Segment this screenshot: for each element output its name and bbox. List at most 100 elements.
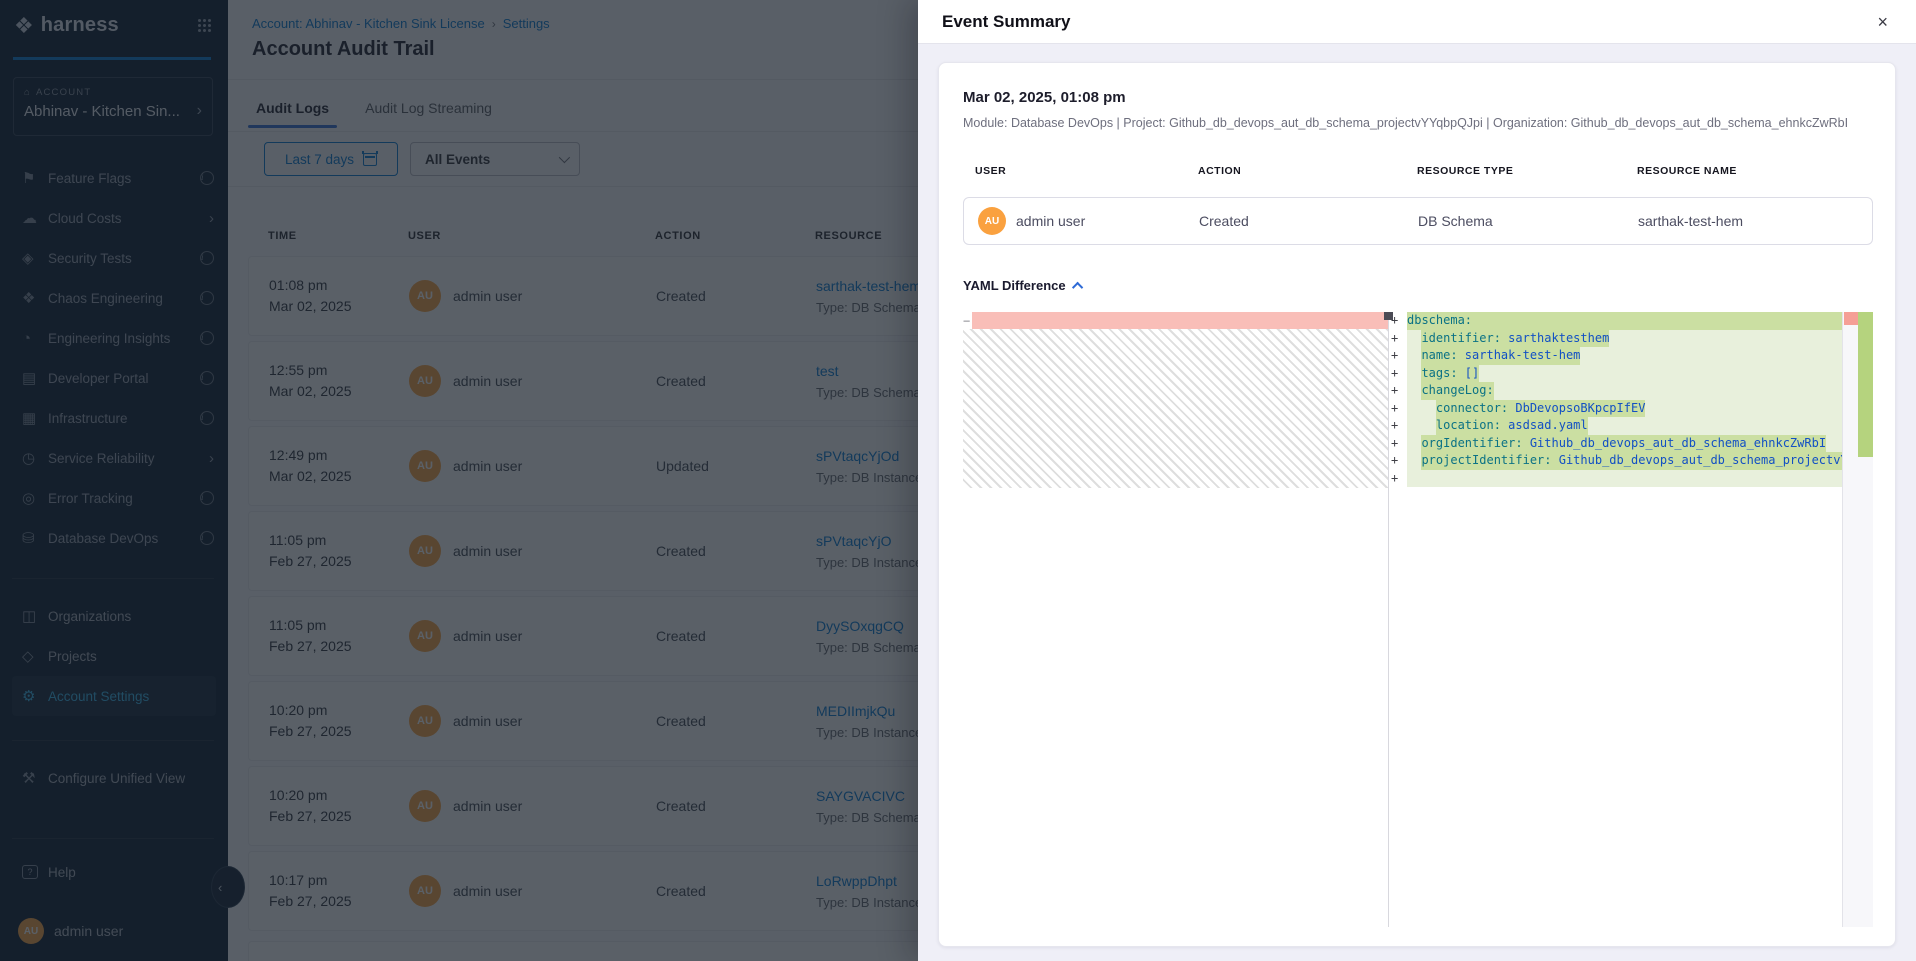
info-icon[interactable]: i — [200, 531, 214, 545]
info-icon[interactable]: i — [200, 171, 214, 185]
resource-cell: sPVtaqcYjO Type: DB Instance — [816, 512, 922, 590]
chevron-down-icon — [559, 152, 570, 163]
sidebar-item-configure-unified-view[interactable]: ⚒ Configure Unified View — [0, 758, 228, 798]
module-icon: ▦ — [22, 409, 48, 427]
module-label: Database DevOps — [48, 531, 200, 546]
yaml-difference-toggle[interactable]: YAML Difference — [963, 278, 1083, 293]
action-cell: Created — [656, 682, 706, 760]
user-avatar: AU — [18, 918, 44, 944]
chevron-right-icon: › — [209, 210, 214, 227]
diff-added-line: + connector: DbDevopsoBKpcpIfEV — [1391, 400, 1842, 418]
info-icon[interactable]: i — [200, 491, 214, 505]
sidebar: ❖ harness ⌂ ACCOUNT Abhinav - Kitchen Si… — [0, 0, 228, 961]
resource-type: Type: DB Schema — [816, 640, 921, 655]
module-icon: ⛁ — [22, 529, 48, 547]
module-label: Developer Portal — [48, 371, 200, 386]
resource-link[interactable]: sPVtaqcYjO — [816, 533, 922, 549]
sidebar-module-item[interactable]: ❖ Chaos Engineering i › — [0, 278, 228, 318]
time-cell: 10:20 pm Feb 27, 2025 — [269, 767, 352, 845]
event-summary-drawer: Event Summary × Mar 02, 2025, 01:08 pm M… — [918, 0, 1916, 961]
diff-added-line: + tags: [] — [1391, 365, 1842, 383]
nav-label: Projects — [48, 649, 97, 664]
user-cell: AU admin user — [409, 342, 522, 420]
sidebar-module-item[interactable]: ◈ Security Tests i › — [0, 238, 228, 278]
breadcrumb-settings-link[interactable]: Settings — [503, 16, 550, 31]
resource-type: Type: DB Instance — [816, 470, 922, 485]
resource-link[interactable]: sPVtaqcYjOd — [816, 448, 922, 464]
sidebar-nav-item[interactable]: ⚙ Account Settings — [12, 676, 216, 716]
nav-icon: ◇ — [22, 647, 48, 665]
breadcrumb-separator: › — [492, 17, 496, 31]
info-icon[interactable]: i — [200, 251, 214, 265]
resource-link[interactable]: SAYGVACIVC — [816, 788, 921, 804]
column-header-time: TIME — [268, 230, 297, 242]
user-cell: AU admin user — [409, 682, 522, 760]
user-avatar: AU — [978, 207, 1006, 235]
yaml-diff-viewer[interactable]: − + dbschema: + identif — [963, 312, 1873, 927]
sidebar-module-item[interactable]: ⛁ Database DevOps i › — [0, 518, 228, 558]
sidebar-module-item[interactable]: ▦ Infrastructure i › — [0, 398, 228, 438]
user-name: admin user — [54, 923, 123, 939]
module-icon: ❖ — [22, 289, 48, 307]
current-user[interactable]: AU admin user — [18, 918, 123, 944]
close-icon[interactable]: × — [1873, 11, 1892, 33]
tab[interactable]: Audit Log Streaming — [361, 92, 496, 128]
event-summary-card: Mar 02, 2025, 01:08 pm Module: Database … — [938, 62, 1896, 947]
user-avatar: AU — [409, 620, 441, 652]
summary-header-user: USER — [975, 165, 1006, 177]
info-icon[interactable]: i — [200, 331, 214, 345]
resource-type: Type: DB Instance — [816, 725, 922, 740]
info-icon[interactable]: i — [200, 371, 214, 385]
resource-link[interactable]: DyySOxqgCQ — [816, 618, 921, 634]
sidebar-module-item[interactable]: ◔ Engineering Insights i › — [0, 318, 228, 358]
breadcrumb-account-link[interactable]: Account: Abhinav - Kitchen Sink License — [252, 16, 485, 31]
time-cell: 11:05 pm Feb 27, 2025 — [269, 597, 352, 675]
sidebar-module-item[interactable]: ⚑ Feature Flags i › — [0, 158, 228, 198]
diff-added-marker: + — [1391, 347, 1407, 365]
resource-link[interactable]: sarthak-test-hem — [816, 278, 921, 294]
diff-empty-region — [963, 329, 1388, 488]
sidebar-module-item[interactable]: ▤ Developer Portal i › — [0, 358, 228, 398]
nav-label: Organizations — [48, 609, 131, 624]
summary-header-action: ACTION — [1198, 165, 1241, 177]
sidebar-nav-item[interactable]: ◇ Projects — [0, 636, 228, 676]
time-cell: 01:08 pm Mar 02, 2025 — [269, 257, 352, 335]
sidebar-module-item[interactable]: ☁ Cloud Costs i › — [0, 198, 228, 238]
tab[interactable]: Audit Logs — [252, 92, 333, 128]
time-cell: 10:17 pm Feb 27, 2025 — [269, 852, 352, 930]
events-filter-select[interactable]: All Events — [410, 142, 580, 176]
resource-link[interactable]: MEDIImjkQu — [816, 703, 922, 719]
summary-resource-name-cell: sarthak-test-hem — [1638, 198, 1743, 244]
sidebar-nav-item[interactable]: ◫ Organizations — [0, 596, 228, 636]
sidebar-module-item[interactable]: ◎ Error Tracking i › — [0, 478, 228, 518]
diff-pane-divider[interactable] — [1388, 312, 1389, 927]
date-range-button[interactable]: Last 7 days — [264, 142, 398, 176]
account-selector[interactable]: ⌂ ACCOUNT Abhinav - Kitchen Sin... › — [13, 77, 213, 136]
info-icon[interactable]: i — [200, 291, 214, 305]
diff-added-marker: + — [1391, 452, 1407, 470]
info-icon[interactable]: i — [200, 411, 214, 425]
user-cell: AU admin user — [409, 597, 522, 675]
column-header-resource: RESOURCE — [815, 230, 882, 242]
resource-cell: MEDIImjkQu Type: DB Instance — [816, 682, 922, 760]
resource-cell: SAYGVACIVC Type: DB Schema — [816, 767, 921, 845]
yaml-value: asdsad.yaml — [1501, 418, 1588, 432]
sidebar-module-item[interactable]: ◷ Service Reliability i › — [0, 438, 228, 478]
action-cell: Created — [656, 767, 706, 845]
sidebar-collapse-toggle[interactable]: ‹ — [211, 866, 245, 908]
resource-link[interactable]: LoRwppDhpt — [816, 873, 922, 889]
help-section: ? Help — [0, 852, 228, 892]
diff-overview-ruler[interactable] — [1843, 312, 1873, 927]
user-cell: AU admin user — [409, 257, 522, 335]
module-label: Security Tests — [48, 251, 200, 266]
module-grid-icon[interactable] — [198, 19, 212, 33]
user-cell: AU admin user — [409, 852, 522, 930]
module-icon: ⚑ — [22, 169, 48, 187]
drawer-header: Event Summary × — [918, 0, 1916, 44]
tab-bar: Audit Logs Audit Log Streaming — [252, 92, 496, 128]
action-cell: Updated — [656, 427, 709, 505]
sidebar-item-help[interactable]: ? Help — [0, 852, 228, 892]
module-label: Service Reliability — [48, 451, 209, 466]
resource-cell: test Type: DB Schema — [816, 342, 921, 420]
resource-link[interactable]: test — [816, 363, 921, 379]
